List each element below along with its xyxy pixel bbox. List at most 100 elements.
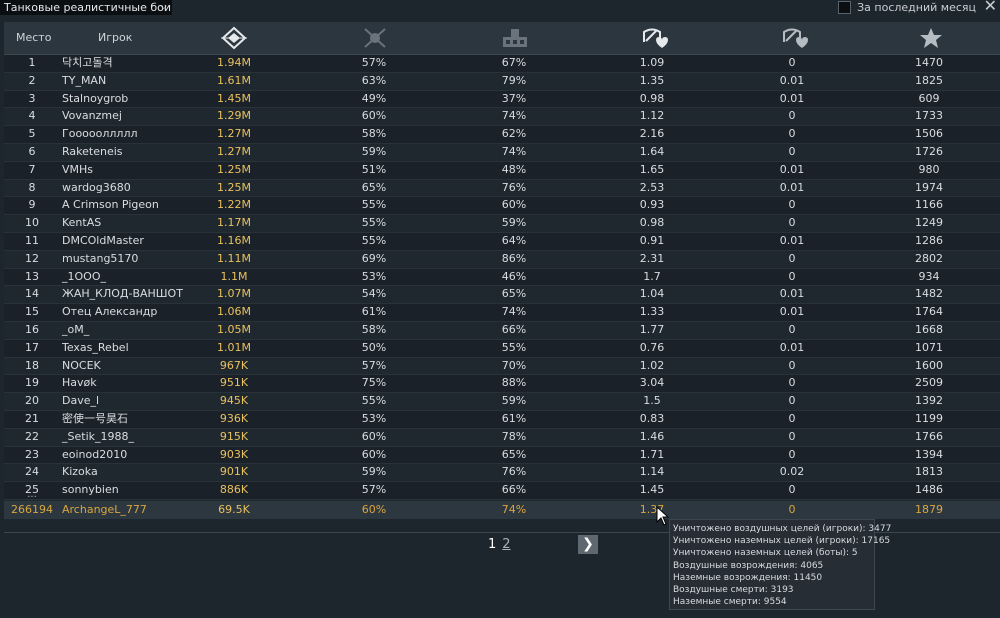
cell-score: 967K: [219, 358, 249, 372]
score-icon[interactable]: [219, 26, 249, 50]
cell-score: 901K: [219, 465, 249, 479]
cell-wins: 59%: [361, 144, 387, 158]
table-row[interactable]: 22 _Setik_1988_ 915K 60% 78% 1.46 0 1766: [4, 428, 1000, 447]
period-checkbox[interactable]: [838, 1, 852, 14]
table-row[interactable]: 4 Vovanzmej 1.29M 60% 74% 1.12 0 1733: [4, 108, 1000, 127]
cell-kills: 64%: [501, 233, 527, 247]
cell-score: 1.45M: [217, 91, 251, 105]
wins-icon[interactable]: [360, 26, 390, 50]
cell-kd: 2.16: [639, 127, 665, 141]
rating-star-icon[interactable]: [916, 26, 946, 50]
cell-kd: 3.04: [639, 376, 665, 390]
cell-kills: 46%: [501, 269, 527, 283]
cell-rating: 1813: [915, 465, 943, 479]
cell-kills: 74%: [501, 305, 527, 319]
header-place[interactable]: Место: [16, 22, 51, 54]
cell-wins: 55%: [361, 233, 387, 247]
stats-tooltip: Уничтожено воздушных целей (игроки): 347…: [669, 519, 891, 610]
period-filter[interactable]: За последний месяц: [838, 0, 976, 15]
table-row[interactable]: 23 eoinod2010 903K 60% 65% 1.71 0 1394: [4, 446, 1000, 465]
page-2-link[interactable]: 2: [502, 537, 510, 553]
kills-icon[interactable]: [500, 26, 530, 50]
cell-name: wardog3680: [62, 180, 131, 194]
cell-kd: 0.98: [639, 91, 665, 105]
cell-air: 0: [788, 447, 796, 461]
cell-score: 1.25M: [217, 180, 251, 194]
table-row[interactable]: 12 mustang5170 1.11M 69% 86% 2.31 0 2802: [4, 250, 1000, 269]
cell-kd: 1.7: [643, 269, 661, 283]
table-row[interactable]: 24 Kizoka 901K 59% 76% 1.14 0.02 1813: [4, 464, 1000, 483]
rows-ellipsis: ...: [27, 489, 37, 500]
mode-select-label: Танковые реалистичные бои: [4, 1, 172, 14]
cell-score: 903K: [219, 447, 249, 461]
cell-name: Stalnoygrob: [62, 91, 129, 105]
cell-kd: 1.14: [639, 465, 665, 479]
table-row[interactable]: 19 Havøk 951K 75% 88% 3.04 0 2509: [4, 375, 1000, 394]
cell-place: 10: [25, 216, 39, 230]
table-row[interactable]: 25 sonnybien 886K 57% 66% 1.45 0 1486: [4, 482, 1000, 500]
cell-place: 3: [28, 91, 36, 105]
next-page-button[interactable]: ❯: [578, 535, 598, 554]
cell-rating: 2802: [915, 251, 943, 265]
cell-place: 24: [25, 465, 39, 479]
table-row[interactable]: 7 VMHs 1.25M 51% 48% 1.65 0.01 980: [4, 161, 1000, 180]
cell-rating: 934: [918, 269, 940, 283]
table-row[interactable]: 9 A Crimson Pigeon 1.22M 55% 60% 0.93 0 1166: [4, 197, 1000, 216]
table-row[interactable]: 17 Texas_Rebel 1.01M 50% 55% 0.76 0.01 1071: [4, 339, 1000, 358]
my-player-row[interactable]: 266194 ArchangeL_777 69.5K 60% 74% 1.37 …: [4, 501, 1000, 519]
page-current[interactable]: 1: [488, 537, 496, 553]
cell-air: 0.01: [779, 180, 805, 194]
mouse-cursor-icon: [656, 505, 670, 526]
my-wins: 60%: [361, 503, 387, 516]
table-row[interactable]: 5 Гоооооллллл 1.27M 58% 62% 2.16 0 1506: [4, 126, 1000, 144]
cell-name: mustang5170: [62, 251, 139, 265]
table-row[interactable]: 1 닥치고돌격 1.94M 57% 67% 1.09 0 1470: [4, 55, 1000, 73]
cell-rating: 1766: [915, 429, 943, 443]
cell-score: 1.05M: [217, 322, 251, 336]
cell-air: 0: [788, 483, 796, 497]
close-icon[interactable]: ✕: [984, 0, 997, 14]
cell-rating: 1286: [915, 233, 943, 247]
tooltip-line: Воздушные возрождения: 4065: [673, 560, 824, 571]
cell-score: 1.07M: [217, 287, 251, 301]
cell-kd: 0.98: [639, 216, 665, 230]
table-row[interactable]: 16 _oM_ 1.05M 58% 66% 1.77 0 1668: [4, 321, 1000, 340]
cell-air: 0.01: [779, 73, 805, 87]
table-row[interactable]: 8 wardog3680 1.25M 65% 76% 2.53 0.01 1974: [4, 179, 1000, 198]
table-row[interactable]: 18 NOCEK 967K 57% 70% 1.02 0 1600: [4, 357, 1000, 376]
table-row[interactable]: 14 ЖАН_КЛОД-ВАНШОТ 1.07M 54% 65% 1.04 0.01 1482: [4, 286, 1000, 305]
cell-name: NOCEK: [62, 358, 101, 372]
table-row[interactable]: 6 Raketeneis 1.27M 59% 74% 1.64 0 1726: [4, 143, 1000, 162]
cell-kills: 59%: [501, 216, 527, 230]
table-row[interactable]: 20 Dave_l 945K 55% 59% 1.5 0 1392: [4, 393, 1000, 411]
table-row[interactable]: 10 KentAS 1.17M 55% 59% 0.98 0 1249: [4, 215, 1000, 233]
tooltip-line: Воздушные смерти: 3193: [673, 585, 794, 596]
cell-kills: 55%: [501, 340, 527, 354]
cell-name: KentAS: [62, 216, 102, 230]
cell-name: DMCOldMaster: [62, 233, 144, 247]
table-row[interactable]: 3 Stalnoygrob 1.45M 49% 37% 0.98 0.01 609: [4, 90, 1000, 109]
cell-rating: 1726: [915, 144, 943, 158]
table-row[interactable]: 15 Отец Александр 1.06M 61% 74% 1.33 0.01 1764: [4, 304, 1000, 322]
chevron-down-icon: ⌵: [160, 2, 167, 12]
cell-air: 0.02: [779, 465, 805, 479]
table-row[interactable]: 11 DMCOldMaster 1.16M 55% 64% 0.91 0.01 1286: [4, 232, 1000, 251]
mode-select[interactable]: Танковые реалистичные бои ⌵: [0, 0, 172, 15]
cell-rating: 609: [918, 91, 940, 105]
cell-name: Гоооооллллл: [62, 127, 138, 141]
cell-place: 14: [25, 287, 39, 301]
top-bar: Танковые реалистичные бои ⌵ За последний…: [0, 0, 1000, 15]
table-row[interactable]: 13 _1OOO_ 1.1M 53% 46% 1.7 0 934: [4, 268, 1000, 287]
kd-air-icon[interactable]: [778, 26, 808, 50]
kd-ground-icon[interactable]: [638, 26, 668, 50]
cell-wins: 60%: [361, 429, 387, 443]
cell-score: 1.61M: [217, 73, 251, 87]
table-row[interactable]: 2 TY_MAN 1.61M 63% 79% 1.35 0.01 1825: [4, 72, 1000, 91]
cell-rating: 1668: [915, 322, 943, 336]
cell-wins: 75%: [361, 376, 387, 390]
header-player[interactable]: Игрок: [98, 22, 132, 54]
cell-rating: 1974: [915, 180, 943, 194]
table-row[interactable]: 21 密使一号昊石 936K 53% 61% 0.83 0 1199: [4, 410, 1000, 429]
cell-kills: 79%: [501, 73, 527, 87]
cell-wins: 55%: [361, 198, 387, 212]
